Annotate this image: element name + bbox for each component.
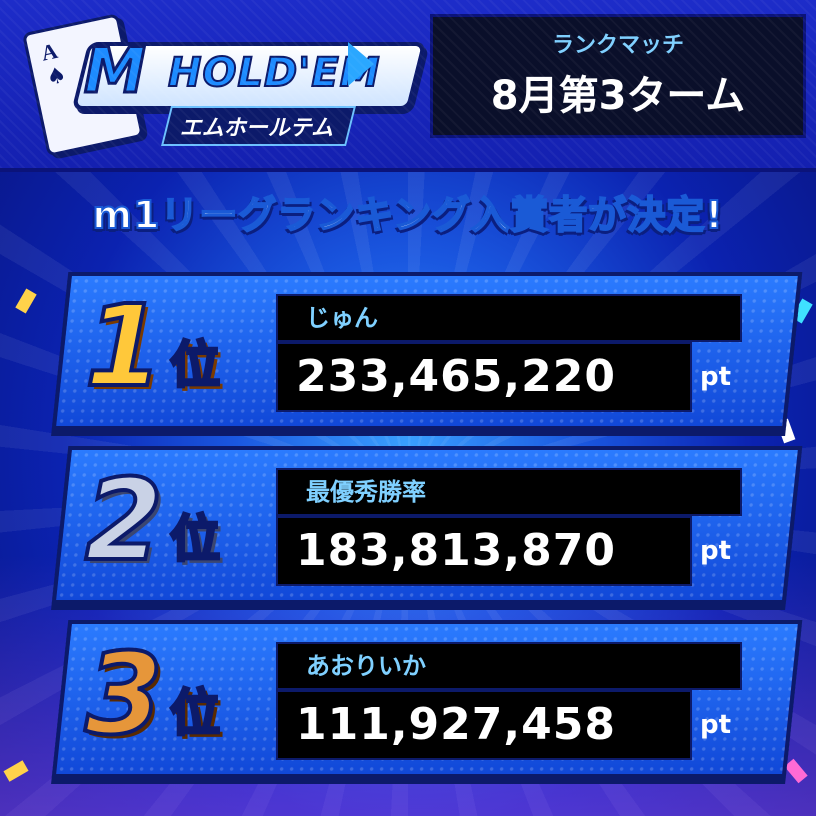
score-bar: 183,813,870: [276, 516, 692, 586]
header: A ♠ M HOLD'EM エムホールテム ランクマッチ 8月第3ターム: [0, 0, 816, 172]
headline: m1リーグランキング入賞者が決定!: [91, 192, 724, 238]
card-rank: A: [38, 37, 60, 66]
term-title: 8月第3ターム: [490, 73, 746, 119]
score-unit: pt: [700, 536, 732, 566]
ranking-row-2: 2 位 最優秀勝率 183,813,870 pt: [30, 446, 803, 606]
ranking-row-1: 1 位 じゅん 233,465,220 pt: [30, 272, 803, 432]
player-name-bar: 最優秀勝率: [276, 468, 742, 516]
logo-wordmark-plate: [71, 42, 427, 110]
rank-suffix: 位: [169, 335, 222, 396]
term-panel: ランクマッチ 8月第3ターム: [430, 14, 806, 138]
playing-card-icon: A ♠: [21, 13, 145, 157]
player-name: 最優秀勝率: [306, 478, 426, 506]
player-name-bar: じゅん: [276, 294, 742, 342]
spade-icon: ♠: [44, 62, 69, 92]
score-value: 233,465,220: [296, 351, 616, 402]
ranking-row-3: 3 位 あおりいか 111,927,458 pt: [30, 620, 803, 780]
rank-number: 2: [83, 454, 165, 588]
rank-number: 1: [83, 280, 165, 414]
score-value: 111,927,458: [296, 699, 616, 750]
logo-m-mark: M: [83, 34, 148, 107]
rank-number: 3: [83, 628, 165, 762]
logo-subtitle: エムホールテム: [161, 106, 357, 146]
arrow-icon: [348, 42, 374, 86]
score-bar: 111,927,458: [276, 690, 692, 760]
player-name: あおりいか: [306, 652, 426, 680]
score-unit: pt: [700, 710, 732, 740]
logo-wordmark-text: HOLD'EM: [167, 49, 381, 97]
player-name-bar: あおりいか: [276, 642, 742, 690]
holdem-logo: A ♠ M HOLD'EM エムホールテム: [18, 12, 427, 157]
score-unit: pt: [700, 362, 732, 392]
player-name: じゅん: [306, 304, 378, 332]
match-type-label: ランクマッチ: [551, 33, 684, 58]
rank-suffix: 位: [169, 683, 222, 744]
score-value: 183,813,870: [296, 525, 616, 576]
rank-suffix: 位: [169, 509, 222, 570]
score-bar: 233,465,220: [276, 342, 692, 412]
